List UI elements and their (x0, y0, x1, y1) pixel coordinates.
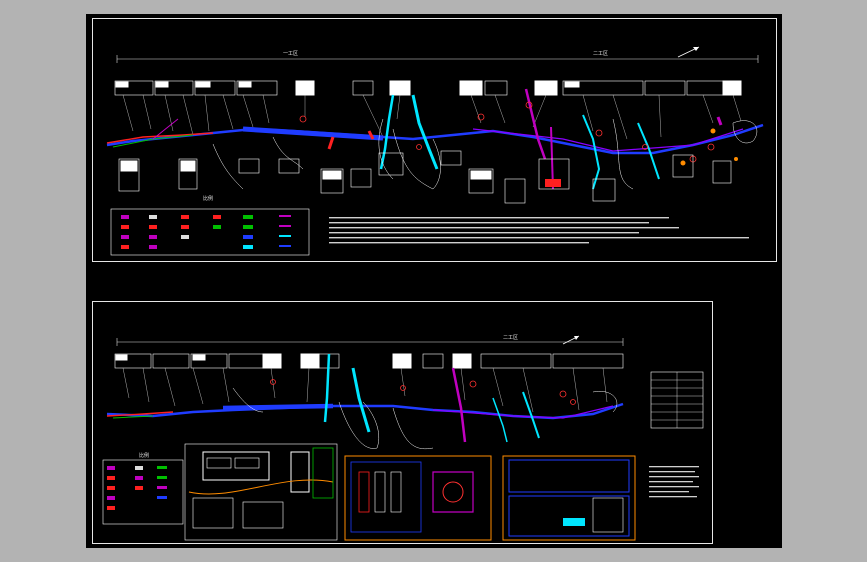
main-route-line (106, 123, 764, 155)
legend-symbol-icon (110, 208, 310, 256)
bottom-sheet-frame: 二工区 比例 (92, 301, 713, 544)
site-plan-2 (344, 455, 492, 541)
site-plan-1 (184, 443, 338, 541)
bottom-legend (102, 459, 184, 525)
top-sheet-frame: 一工区 二工区 比例 (92, 18, 777, 262)
top-route-plan (106, 46, 764, 256)
north-arrow-icon (677, 46, 700, 58)
station-detail-boxes (118, 150, 732, 204)
cad-drawing-viewport[interactable]: 一工区 二工区 比例 二工区 比例 (86, 14, 782, 548)
station-label-row (114, 80, 742, 96)
quantity-table (650, 371, 704, 429)
bottom-route-plan (102, 335, 704, 541)
site-plan-3 (502, 455, 636, 541)
bottom-notes-block (649, 466, 699, 498)
mountain-marker-icon (562, 335, 580, 345)
notes-text-block (329, 217, 749, 244)
